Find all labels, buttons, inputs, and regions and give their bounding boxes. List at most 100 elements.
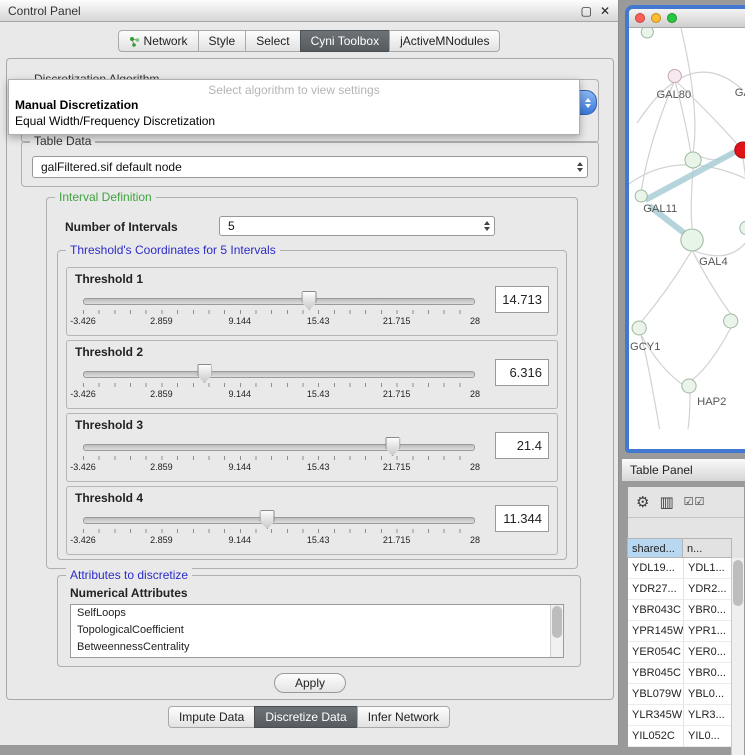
slider-handle[interactable] (260, 510, 275, 529)
network-node[interactable] (632, 321, 646, 335)
table-row[interactable]: YPR145WYPR1... (628, 621, 744, 642)
table-row[interactable]: YIL052CYIL0... (628, 726, 744, 747)
network-node[interactable] (681, 229, 703, 251)
network-node[interactable] (682, 379, 696, 393)
titlebar: Control Panel ▢ ✕ (0, 0, 618, 22)
threshold-slider: -3.426 2.859 9.144 15.43 21.715 28 (83, 367, 475, 403)
slider-track[interactable] (83, 298, 475, 305)
tab-label: Style (209, 34, 236, 48)
table-row[interactable]: YBL079WYBL0... (628, 684, 744, 705)
dropdown-option-equal-width[interactable]: Equal Width/Frequency Discretization (9, 113, 579, 129)
table-row[interactable]: YBR045CYBR0... (628, 663, 744, 684)
slider-handle[interactable] (197, 364, 212, 383)
network-canvas[interactable]: GAL80 GAL11 GAL4 GCY1 HAP2 GA (629, 28, 745, 429)
threshold-slider: -3.426 2.859 9.144 15.43 21.715 28 (83, 294, 475, 330)
network-icon (129, 36, 140, 47)
tab-label: Select (256, 34, 289, 48)
node-label: HAP2 (697, 396, 726, 408)
slider-ticks (83, 456, 475, 460)
network-node[interactable] (685, 152, 701, 168)
columns-icon[interactable]: ▥ (659, 495, 673, 510)
table-row[interactable]: YBR043CYBR0... (628, 600, 744, 621)
column-header-shared-name[interactable]: shared... (627, 538, 683, 558)
tab-label: Network (144, 34, 188, 48)
slider-handle[interactable] (385, 437, 400, 456)
selected-network-node[interactable] (735, 142, 745, 158)
tab-infer-network[interactable]: Infer Network (357, 706, 450, 728)
thresholds-group: Threshold's Coordinates for 5 Intervals … (57, 250, 567, 560)
threshold-label: Threshold 1 (75, 272, 143, 286)
table-row[interactable]: YDL19...YDL1... (628, 558, 744, 579)
slider-handle[interactable] (302, 291, 317, 310)
top-tabstrip: Network Style Select Cyni Toolbox jActiv… (0, 30, 618, 52)
threshold-panel-4: Threshold 4 -3.426 2.859 9.144 15.43 21.… (66, 486, 558, 555)
threshold-value-field[interactable]: 11.344 (495, 505, 549, 532)
list-item[interactable]: SelfLoops (71, 605, 563, 622)
table-data-select[interactable]: galFiltered.sif default node (32, 156, 588, 178)
attributes-legend: Attributes to discretize (66, 568, 192, 582)
network-node[interactable] (724, 314, 738, 328)
close-traffic-light-icon[interactable] (635, 13, 645, 23)
table-body: YDL19...YDL1... YDR27...YDR2... YBR043CY… (628, 558, 744, 747)
slider-track[interactable] (83, 444, 475, 451)
table-row[interactable]: YLR345WYLR3... (628, 705, 744, 726)
slider-scale: -3.426 2.859 9.144 15.43 21.715 28 (83, 462, 475, 474)
table-scrollbar[interactable] (731, 558, 744, 755)
algorithm-combo-stepper-icon[interactable] (578, 90, 597, 115)
gear-icon[interactable]: ⚙ (636, 495, 649, 510)
table-browser-window: ⚙ ▥ ☑☑ shared... n... YDL19...YDL1... YD… (627, 486, 745, 745)
tab-label: Cyni Toolbox (311, 34, 379, 48)
tab-label: Infer Network (368, 710, 439, 724)
table-data-value: galFiltered.sif default node (41, 160, 182, 174)
minimize-traffic-light-icon[interactable] (651, 13, 661, 23)
close-icon[interactable]: ✕ (600, 5, 610, 17)
slider-track[interactable] (83, 517, 475, 524)
threshold-slider: -3.426 2.859 9.144 15.43 21.715 28 (83, 513, 475, 549)
network-node[interactable] (668, 70, 681, 83)
column-header-name[interactable]: n... (682, 538, 732, 558)
network-node[interactable] (635, 190, 647, 202)
list-item[interactable]: TopologicalCoefficient (71, 622, 563, 639)
table-row[interactable]: YDR27...YDR2... (628, 579, 744, 600)
slider-scale: -3.426 2.859 9.144 15.43 21.715 28 (83, 535, 475, 547)
threshold-panel-3: Threshold 3 -3.426 2.859 9.144 15.43 21.… (66, 413, 558, 482)
slider-ticks (83, 383, 475, 387)
dropdown-option-manual[interactable]: Manual Discretization (9, 97, 579, 113)
numerical-attributes-label: Numerical Attributes (70, 586, 188, 600)
stepper-icon (577, 162, 583, 172)
tab-select[interactable]: Select (245, 30, 300, 52)
threshold-value-field[interactable]: 14.713 (495, 286, 549, 313)
tab-label: Discretize Data (265, 710, 346, 724)
bottom-tabstrip: Impute Data Discretize Data Infer Networ… (0, 706, 618, 728)
apply-button[interactable]: Apply (274, 673, 346, 693)
node-label: GAL80 (656, 89, 691, 101)
threshold-value-field[interactable]: 6.316 (495, 359, 549, 386)
network-node[interactable] (641, 28, 653, 38)
tab-network[interactable]: Network (118, 30, 199, 52)
list-item[interactable]: BetweennessCentrality (71, 639, 563, 656)
tab-impute-data[interactable]: Impute Data (168, 706, 255, 728)
attributes-group: Attributes to discretize Numerical Attri… (57, 575, 581, 667)
tab-label: Impute Data (179, 710, 244, 724)
interval-definition-legend: Interval Definition (55, 190, 156, 204)
table-panel-title: Table Panel (630, 463, 693, 477)
network-view-window[interactable]: GAL80 GAL11 GAL4 GCY1 HAP2 GA (625, 5, 745, 453)
threshold-value-field[interactable]: 21.4 (495, 432, 549, 459)
slider-track[interactable] (83, 371, 475, 378)
tab-label: jActiveMNodules (400, 34, 489, 48)
network-node[interactable] (740, 221, 745, 235)
tab-jactivemnodules[interactable]: jActiveMNodules (389, 30, 500, 52)
select-columns-icon[interactable]: ☑☑ (684, 497, 706, 508)
zoom-traffic-light-icon[interactable] (667, 13, 677, 23)
num-intervals-select[interactable]: 5 (219, 216, 495, 236)
slider-ticks (83, 310, 475, 314)
tab-cyni-toolbox[interactable]: Cyni Toolbox (300, 30, 390, 52)
node-label: GAL11 (643, 203, 677, 215)
table-row[interactable]: YER054CYER0... (628, 642, 744, 663)
tab-style[interactable]: Style (198, 30, 247, 52)
num-intervals-value: 5 (228, 219, 235, 233)
float-window-icon[interactable]: ▢ (581, 5, 592, 17)
tab-discretize-data[interactable]: Discretize Data (254, 706, 357, 728)
node-label: GAL4 (699, 256, 728, 268)
list-scrollbar[interactable] (550, 605, 563, 657)
